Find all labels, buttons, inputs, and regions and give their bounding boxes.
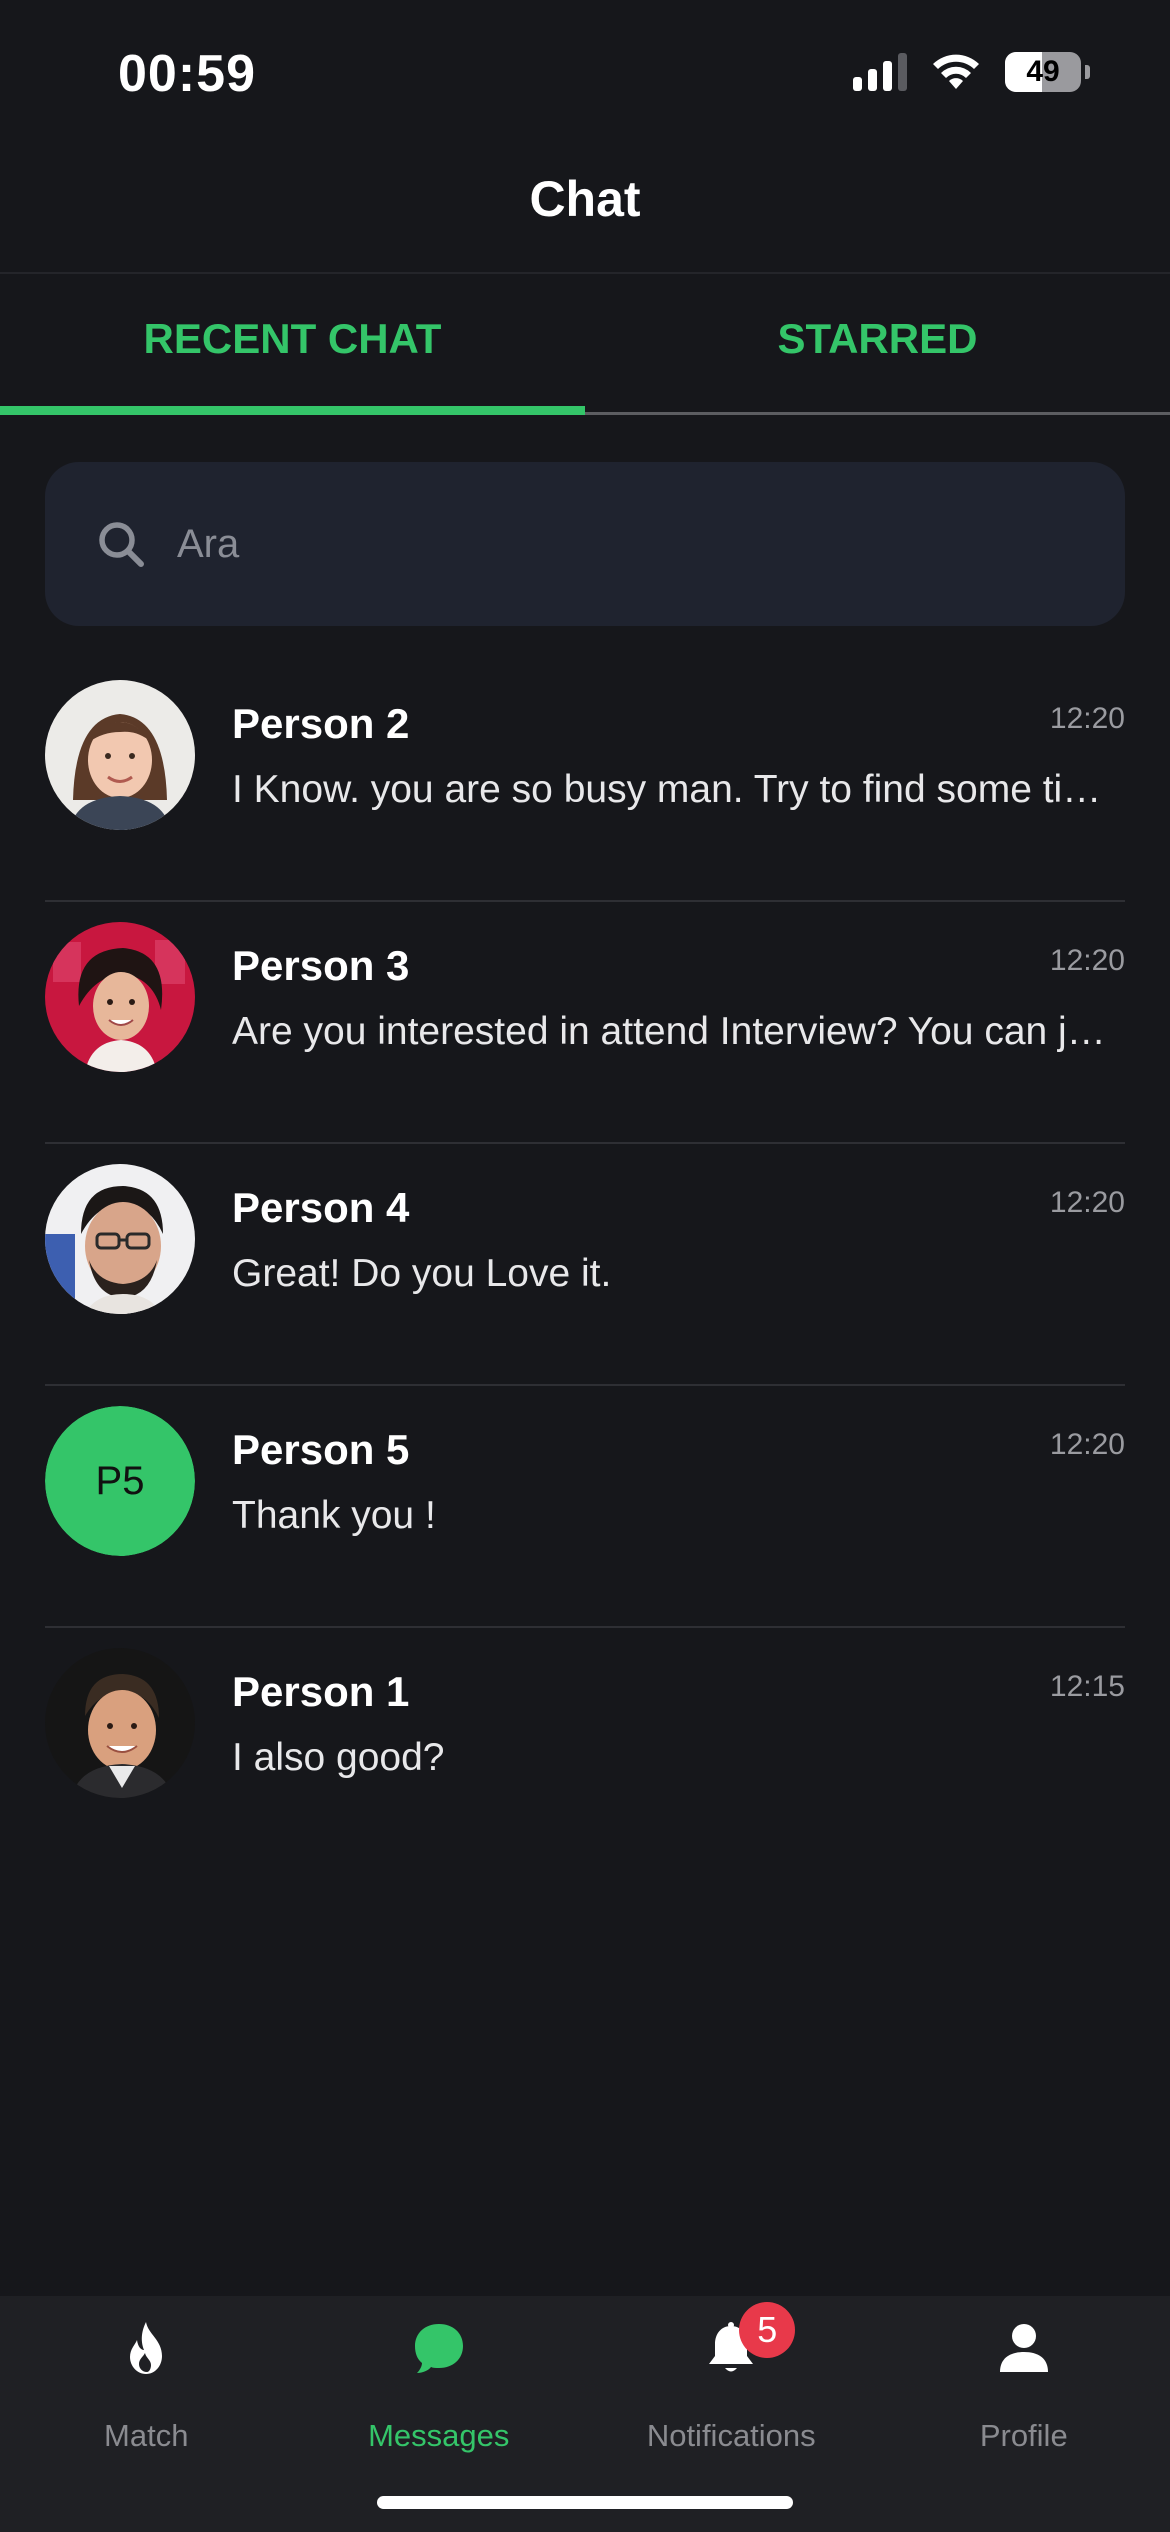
nav-label: Profile	[979, 2418, 1068, 2453]
chat-name: Person 3	[232, 942, 410, 989]
person-icon	[999, 2324, 1048, 2372]
search-input[interactable]	[175, 520, 1125, 568]
avatar	[45, 680, 195, 830]
chat-row[interactable]: Person 2 12:20 I Know. you are so busy m…	[45, 660, 1125, 902]
tab-bar: RECENT CHAT STARRED	[0, 274, 1170, 414]
nav-label: Notifications	[646, 2418, 816, 2453]
chat-time: 12:20	[1049, 1186, 1125, 1219]
chat-name: Person 5	[232, 1426, 410, 1473]
notification-badge: 5	[739, 2302, 796, 2358]
chat-time: 12:20	[1049, 944, 1125, 977]
avatar	[45, 922, 195, 1072]
chat-row[interactable]: P5 Person 5 12:20 Thank you !	[45, 1386, 1125, 1628]
chat-preview: Thank you !	[232, 1494, 436, 1537]
chat-row[interactable]: Person 4 12:20 Great! Do you Love it.	[45, 1144, 1125, 1386]
status-time: 00:59	[118, 45, 256, 103]
tab-starred[interactable]: STARRED	[585, 274, 1170, 414]
nav-item-match[interactable]: Match	[0, 2296, 293, 2532]
avatar: P5	[45, 1406, 195, 1556]
chat-preview: Are you interested in attend Interview? …	[232, 1010, 1125, 1053]
chat-time: 12:20	[1049, 702, 1125, 735]
chat-name: Person 4	[232, 1184, 410, 1231]
battery-icon: 49	[1005, 52, 1081, 92]
active-tab-indicator	[0, 406, 585, 415]
chat-row[interactable]: Person 3 12:20 Are you interested in att…	[45, 902, 1125, 1144]
avatar-initials: P5	[45, 1406, 195, 1556]
battery-cap	[1085, 65, 1090, 79]
avatar	[45, 1164, 195, 1314]
search-bar[interactable]	[45, 462, 1125, 626]
avatar	[45, 1648, 195, 1798]
status-icons: 49	[853, 52, 1090, 92]
page-title: Chat	[529, 171, 641, 227]
chat-name: Person 1	[232, 1668, 410, 1715]
nav-label: Match	[104, 2418, 189, 2453]
chat-preview: I Know. you are so busy man. Try to find…	[232, 768, 1125, 811]
home-indicator[interactable]	[377, 2496, 793, 2509]
chat-name: Person 2	[232, 700, 410, 747]
avatar-photo	[45, 922, 195, 1072]
status-bar: 00:59 49	[0, 0, 1170, 150]
avatar-photo	[45, 680, 195, 830]
tab-recent-chat[interactable]: RECENT CHAT	[0, 274, 585, 414]
avatar-photo	[45, 1164, 195, 1314]
battery-percent: 49	[1026, 55, 1060, 88]
chat-time: 12:15	[1049, 1670, 1125, 1703]
nav-label: Messages	[368, 2418, 510, 2453]
cellular-signal-icon	[853, 53, 907, 91]
wifi-icon	[933, 54, 979, 89]
chat-bubble-icon	[414, 2324, 463, 2373]
chat-preview: I also good?	[232, 1736, 445, 1779]
chat-list: Person 2 12:20 I Know. you are so busy m…	[45, 660, 1125, 1870]
flame-icon	[130, 2322, 163, 2374]
chat-row[interactable]: Person 1 12:15 I also good?	[45, 1628, 1125, 1870]
chat-preview: Great! Do you Love it.	[232, 1252, 612, 1295]
nav-item-profile[interactable]: Profile	[878, 2296, 1170, 2532]
avatar-photo	[45, 1648, 195, 1798]
chat-time: 12:20	[1049, 1428, 1125, 1461]
search-icon	[99, 522, 144, 567]
